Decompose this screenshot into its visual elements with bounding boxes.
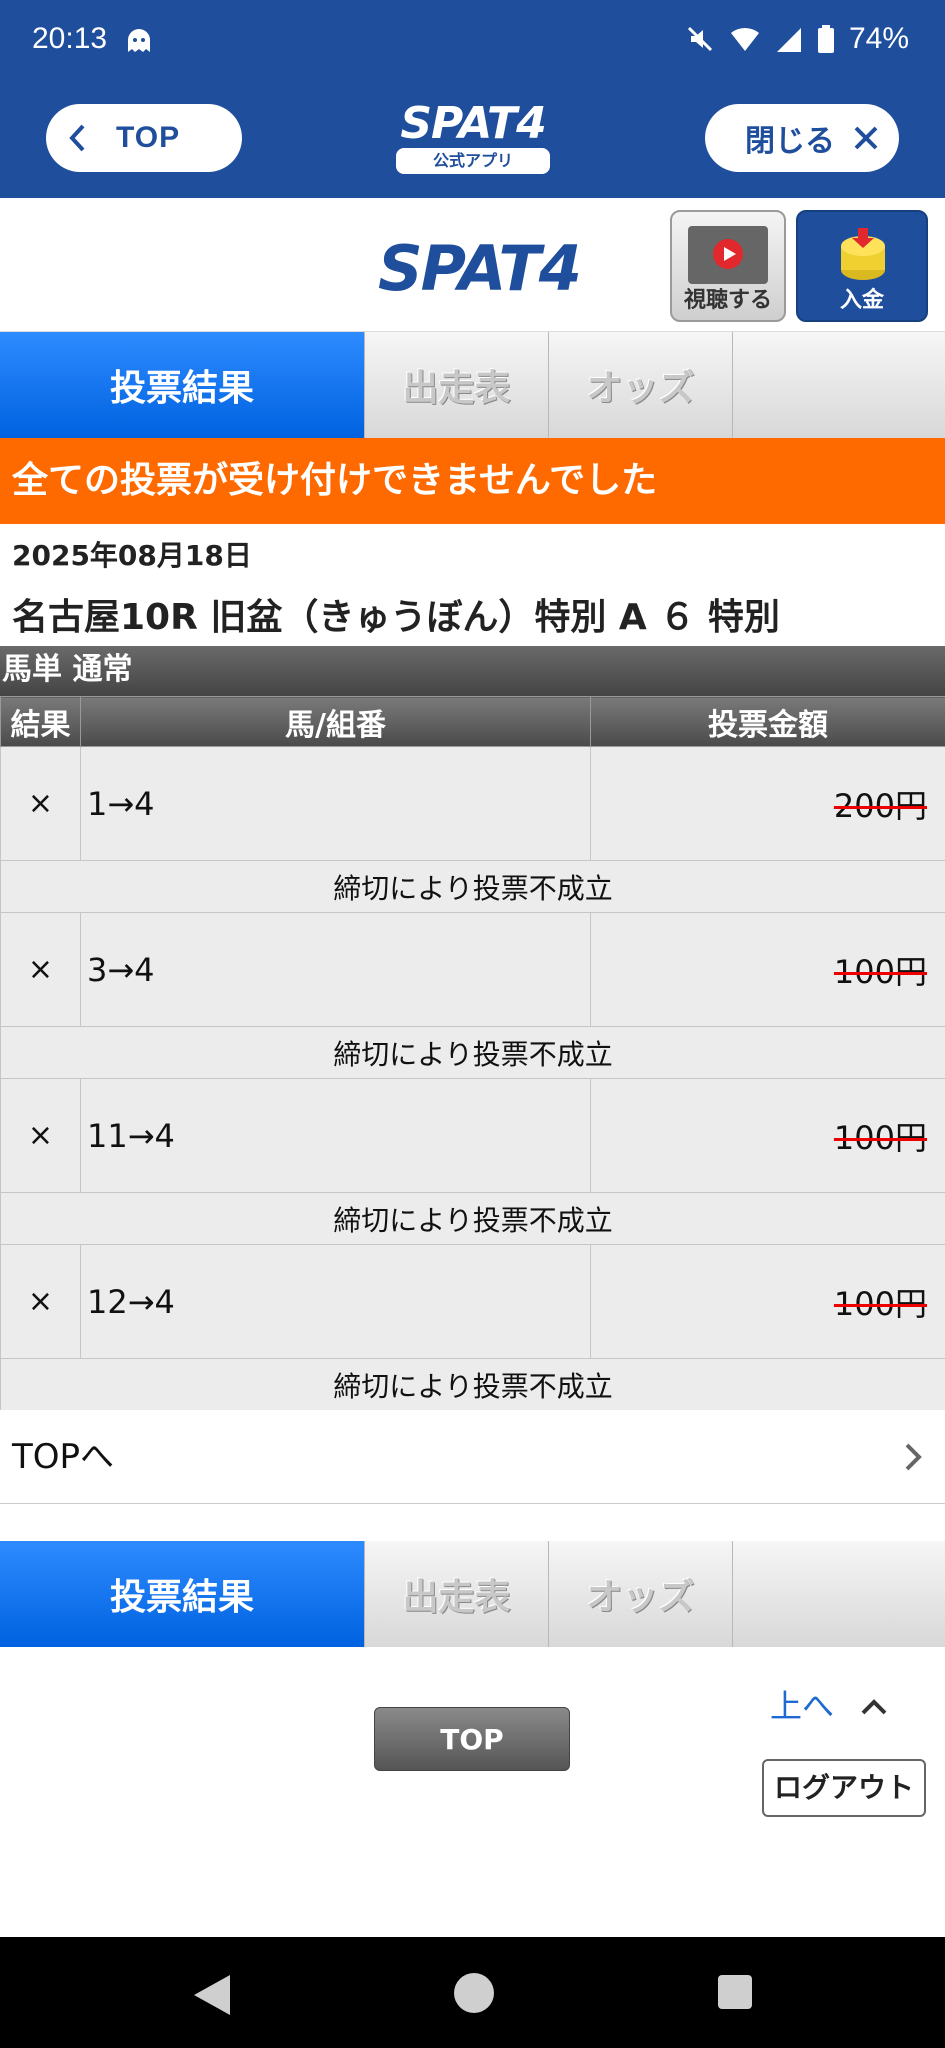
wifi-icon xyxy=(730,27,759,51)
combination: 3→4 xyxy=(80,912,591,1027)
tab-vote-results-bottom[interactable]: 投票結果 xyxy=(0,1541,365,1647)
logout-button[interactable]: ログアウト xyxy=(762,1759,926,1817)
chevron-left-icon xyxy=(69,124,85,152)
nav-back-icon[interactable] xyxy=(194,1975,230,2015)
amount: 100円 xyxy=(833,1284,927,1323)
app-logo: SPAT4 公式アプリ xyxy=(396,102,550,180)
status-bar: 20:13 74% xyxy=(0,0,945,84)
bet-table-header-row: 結果 馬/組番 投票金額 xyxy=(0,696,945,747)
top-link[interactable]: TOPへ xyxy=(0,1410,945,1504)
failure-note: 締切により投票不成立 xyxy=(0,1026,945,1079)
result-mark: × xyxy=(0,1078,81,1193)
failure-note: 締切により投票不成立 xyxy=(0,860,945,913)
scroll-up-button[interactable]: 上へ xyxy=(770,1681,888,1727)
site-header: SPAT4 視聴する 入金 xyxy=(0,198,945,332)
app-logo-text: SPAT4 xyxy=(400,98,546,149)
result-mark: × xyxy=(0,1244,81,1359)
close-label: 閉じる xyxy=(745,125,835,158)
amount-cell: 200円 xyxy=(590,746,945,861)
table-row-note: 締切により投票不成立 xyxy=(0,1026,945,1079)
result-mark: × xyxy=(0,912,81,1027)
chevron-up-icon xyxy=(861,1699,887,1715)
amount: 200円 xyxy=(833,786,927,825)
system-nav-bar xyxy=(0,1937,945,2048)
combination: 11→4 xyxy=(80,1078,591,1193)
status-right-icons: 74% xyxy=(685,22,909,56)
app-logo-subtitle: 公式アプリ xyxy=(396,148,550,174)
tab-entries-bottom[interactable]: 出走表 xyxy=(365,1541,549,1647)
tab-odds-bottom[interactable]: オッズ xyxy=(549,1541,733,1647)
status-time: 20:13 xyxy=(32,22,108,55)
back-top-label: TOP xyxy=(116,121,181,154)
amount-cell: 100円 xyxy=(590,912,945,1027)
tab-entries[interactable]: 出走表 xyxy=(365,332,549,438)
table-row: × 11→4 100円 xyxy=(0,1078,945,1193)
tab-empty xyxy=(733,332,945,438)
battery-percent: 74% xyxy=(848,22,909,55)
bet-type-header: 馬単 通常 xyxy=(0,646,945,696)
race-title: 名古屋10R 旧盆（きゅうぼん）特別 A ６ 特別 xyxy=(12,597,780,638)
table-row-note: 締切により投票不成立 xyxy=(0,1192,945,1245)
amount-cell: 100円 xyxy=(590,1244,945,1359)
close-icon xyxy=(854,126,878,150)
ghost-notification-icon xyxy=(128,29,150,52)
table-row-note: 締切により投票不成立 xyxy=(0,1358,945,1411)
amount: 100円 xyxy=(833,952,927,991)
tab-odds[interactable]: オッズ xyxy=(549,332,733,438)
back-top-button[interactable]: TOP xyxy=(46,104,242,172)
failure-note: 締切により投票不成立 xyxy=(0,1192,945,1245)
battery-icon xyxy=(817,25,834,53)
tab-bar-bottom: 投票結果 出走表 オッズ xyxy=(0,1541,945,1647)
race-info: 2025年08月18日 名古屋10R 旧盆（きゅうぼん）特別 A ６ 特別 xyxy=(0,524,945,646)
top-button[interactable]: TOP xyxy=(374,1707,570,1771)
amount-cell: 100円 xyxy=(590,1078,945,1193)
app-root: 20:13 74% TOP SPAT4 公式アプリ 閉じる SPAT4 視聴する… xyxy=(0,0,945,2048)
amount: 100円 xyxy=(833,1118,927,1157)
race-date: 2025年08月18日 xyxy=(12,539,252,572)
watch-button[interactable]: 視聴する xyxy=(670,210,786,322)
mute-icon xyxy=(687,26,713,52)
deposit-label: 入金 xyxy=(839,288,884,313)
table-row: × 1→4 200円 xyxy=(0,746,945,861)
result-mark: × xyxy=(0,746,81,861)
header-amount: 投票金額 xyxy=(590,696,945,747)
bet-table: 結果 馬/組番 投票金額 × 1→4 200円 締切により投票不成立 × 3→4… xyxy=(0,696,945,1411)
tab-vote-results[interactable]: 投票結果 xyxy=(0,332,365,438)
header-result: 結果 xyxy=(0,696,81,747)
combination: 1→4 xyxy=(80,746,591,861)
app-header: TOP SPAT4 公式アプリ 閉じる xyxy=(0,84,945,198)
coin-deposit-icon xyxy=(841,228,885,280)
video-play-icon xyxy=(688,226,768,284)
tab-empty-bottom xyxy=(733,1541,945,1647)
nav-recents-icon[interactable] xyxy=(718,1975,752,2009)
table-row-note: 締切により投票不成立 xyxy=(0,860,945,913)
tab-bar-top: 投票結果 出走表 オッズ xyxy=(0,332,945,438)
chevron-right-icon xyxy=(905,1443,922,1471)
footer: 上へ TOP ログアウト xyxy=(0,1647,945,1937)
deposit-button[interactable]: 入金 xyxy=(796,210,928,322)
site-logo: SPAT4 xyxy=(378,232,582,305)
failure-note: 締切により投票不成立 xyxy=(0,1358,945,1411)
watch-label: 視聴する xyxy=(683,288,772,313)
header-combination: 馬/組番 xyxy=(80,696,591,747)
signal-icon xyxy=(776,28,801,52)
table-row: × 12→4 100円 xyxy=(0,1244,945,1359)
close-button[interactable]: 閉じる xyxy=(705,104,899,172)
nav-home-icon[interactable] xyxy=(454,1973,494,2013)
error-banner: 全ての投票が受け付けできませんでした xyxy=(0,438,945,524)
combination: 12→4 xyxy=(80,1244,591,1359)
scroll-up-label: 上へ xyxy=(770,1687,835,1725)
top-link-label: TOPへ xyxy=(12,1437,115,1477)
table-row: × 3→4 100円 xyxy=(0,912,945,1027)
